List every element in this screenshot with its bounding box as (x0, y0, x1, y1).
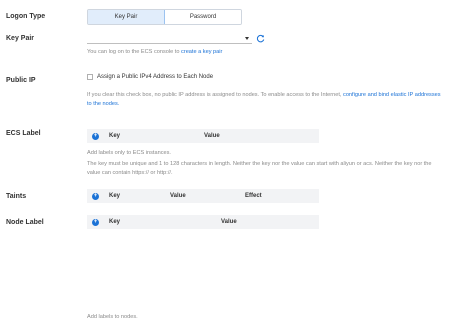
node-label-col-value: Value (221, 219, 237, 225)
bind-eip-link-continued[interactable]: to the nodes. (87, 101, 119, 107)
logon-type-segmented-control: Key Pair Password (87, 9, 242, 25)
key-pair-help: You can log on to the ECS console to cre… (87, 48, 222, 57)
taints-col-value: Value (170, 193, 186, 199)
taints-table-header: + Key Value Effect (87, 189, 319, 203)
bind-eip-link[interactable]: configure and bind elastic IP addresses (343, 92, 441, 98)
ecs-label-table-header: + Key Value (87, 129, 319, 143)
create-key-pair-link[interactable]: create a key pair (181, 49, 222, 55)
taints-col-key: Key (109, 193, 121, 199)
ecs-label-col-value: Value (204, 133, 220, 139)
public-ip-checkbox-label: Assign a Public IPv4 Address to Each Nod… (97, 74, 214, 80)
key-pair-help-text: You can log on to the ECS console to (87, 49, 182, 55)
logon-type-option-key-pair[interactable]: Key Pair (88, 10, 165, 24)
taints-label: Taints (6, 193, 27, 200)
node-label-add-button[interactable]: + (92, 218, 99, 226)
ecs-label-col-key: Key (109, 133, 121, 139)
public-ip-help: If you clear this check box, no public I… (87, 91, 471, 109)
taints-add-button[interactable]: + (92, 192, 99, 200)
ecs-label-label: ECS Label (6, 130, 41, 137)
node-label-label: Node Label (6, 219, 44, 226)
chevron-down-icon (245, 37, 249, 40)
public-ip-checkbox-row[interactable]: Assign a Public IPv4 Address to Each Nod… (87, 74, 213, 80)
logon-type-option-password[interactable]: Password (165, 10, 241, 24)
ecs-label-add-button[interactable]: + (92, 132, 99, 140)
key-pair-label: Key Pair (6, 35, 35, 42)
node-label-help: Add labels to nodes. (87, 314, 138, 320)
ecs-label-help-1: Add labels only to ECS instances. (87, 150, 171, 156)
public-ip-checkbox[interactable] (87, 74, 93, 80)
taints-col-effect: Effect (245, 193, 262, 199)
node-label-table-header: + Key Value (87, 215, 319, 229)
ecs-label-help-3: value can contain https:// or http://. (87, 170, 173, 176)
key-pair-select[interactable] (87, 33, 252, 44)
node-label-col-key: Key (109, 219, 121, 225)
logon-type-label: Logon Type (6, 13, 46, 20)
ecs-label-help-2: The key must be unique and 1 to 128 char… (87, 161, 432, 167)
public-ip-help-text: If you clear this check box, no public I… (87, 92, 344, 98)
refresh-icon[interactable] (256, 34, 265, 43)
public-ip-label: Public IP (6, 77, 36, 84)
